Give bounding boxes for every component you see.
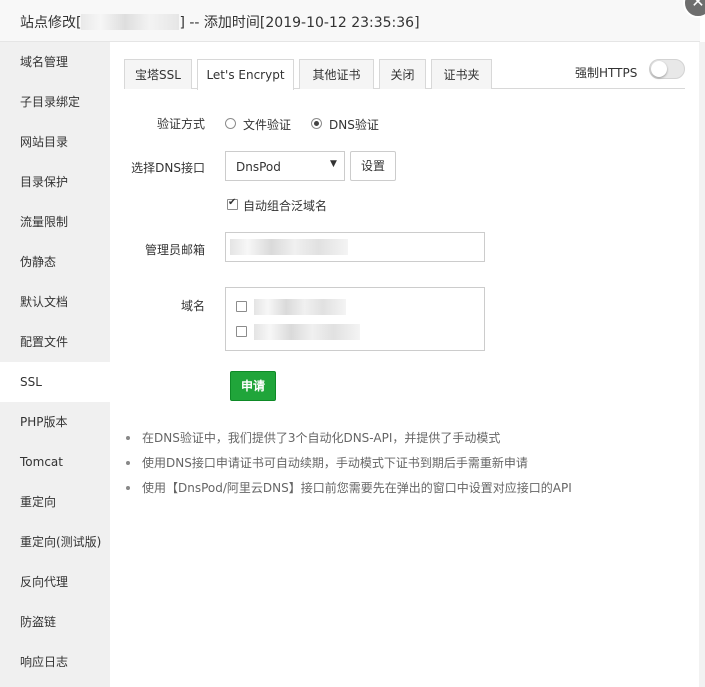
wildcard-checkbox[interactable] [227, 197, 238, 210]
dialog-title: 站点修改[ ] -- 添加时间[2019-10-12 23:35:36] [20, 12, 420, 32]
tip-item: 使用【DnsPod/阿里云DNS】接口前您需要先在弹出的窗口中设置对应接口的AP… [124, 479, 684, 504]
tab-other-certificate[interactable]: 其他证书 [299, 59, 374, 89]
verify-method-label: 验证方式 [156, 117, 205, 131]
sidebar-item-redirect-beta[interactable]: 重定向(测试版) [0, 522, 110, 562]
apply-button[interactable]: 申请 [230, 371, 276, 401]
dialog-titlebar: 站点修改[ ] -- 添加时间[2019-10-12 23:35:36] [0, 0, 700, 42]
dns-interface-label: 选择DNS接口 [131, 161, 205, 175]
sidebar-item-tomcat[interactable]: Tomcat [0, 442, 110, 482]
sidebar-item-subdirectory-binding[interactable]: 子目录绑定 [0, 82, 110, 122]
tab-baota-ssl[interactable]: 宝塔SSL [124, 59, 192, 89]
tip-item: 使用DNS接口申请证书可自动续期，手动模式下证书到期后手需重新申请 [124, 454, 684, 479]
main-panel: 宝塔SSL Let's Encrypt 其他证书 关闭 证书夹 强制HTTPS … [110, 42, 699, 687]
tips-list: 在DNS验证中，我们提供了3个自动化DNS-API，并提供了手动模式 使用DNS… [124, 429, 684, 504]
toggle-knob [651, 61, 667, 77]
sidebar-item-reverse-proxy[interactable]: 反向代理 [0, 562, 110, 602]
tab-close[interactable]: 关闭 [379, 59, 426, 89]
sidebar-item-ssl[interactable]: SSL [0, 362, 110, 402]
dns-settings-button[interactable]: 设置 [350, 151, 396, 181]
chevron-down-icon: ▼ [330, 159, 337, 169]
sidebar-item-hotlink-protection[interactable]: 防盗链 [0, 602, 110, 642]
force-https-toggle[interactable] [649, 59, 685, 79]
tip-item: 在DNS验证中，我们提供了3个自动化DNS-API，并提供了手动模式 [124, 429, 684, 454]
radio-file-verify[interactable] [225, 118, 236, 129]
dns-interface-select[interactable]: DnsPod ▼ [225, 151, 345, 181]
sidebar: 域名管理 子目录绑定 网站目录 目录保护 流量限制 伪静态 默认文档 配置文件 … [0, 42, 110, 687]
admin-email-label: 管理员邮箱 [144, 243, 205, 257]
domain-list [225, 287, 485, 351]
domain-checkbox-1[interactable] [236, 301, 247, 312]
sidebar-item-default-document[interactable]: 默认文档 [0, 282, 110, 322]
redacted-domain-2 [254, 324, 360, 340]
redacted-site-name [81, 14, 180, 30]
force-https-label: 强制HTTPS [575, 66, 638, 80]
title-suffix: ] -- 添加时间[2019-10-12 23:35:36] [179, 15, 420, 31]
sidebar-item-traffic-limit[interactable]: 流量限制 [0, 202, 110, 242]
domain-label: 域名 [180, 299, 205, 313]
sidebar-item-domain-management[interactable]: 域名管理 [0, 42, 110, 82]
radio-dns-verify-label[interactable]: DNS验证 [329, 116, 379, 133]
sidebar-item-php-version[interactable]: PHP版本 [0, 402, 110, 442]
radio-dns-verify[interactable] [311, 118, 322, 129]
title-prefix: 站点修改[ [20, 15, 82, 31]
domain-checkbox-2[interactable] [236, 326, 247, 337]
sidebar-item-config-file[interactable]: 配置文件 [0, 322, 110, 362]
sidebar-item-redirect[interactable]: 重定向 [0, 482, 110, 522]
sidebar-item-directory-protection[interactable]: 目录保护 [0, 162, 110, 202]
admin-email-input[interactable] [225, 232, 485, 262]
dns-interface-value: DnsPod [236, 160, 281, 174]
wildcard-label[interactable]: 自动组合泛域名 [243, 197, 327, 214]
sidebar-item-site-directory[interactable]: 网站目录 [0, 122, 110, 162]
sidebar-item-rewrite[interactable]: 伪静态 [0, 242, 110, 282]
tab-certificate-folder[interactable]: 证书夹 [431, 59, 492, 89]
radio-file-verify-label[interactable]: 文件验证 [243, 116, 291, 133]
dialog-right-edge [699, 42, 705, 687]
redacted-domain-1 [254, 299, 346, 315]
sidebar-item-response-log[interactable]: 响应日志 [0, 642, 110, 682]
tab-lets-encrypt[interactable]: Let's Encrypt [197, 59, 294, 90]
redacted-email [230, 239, 348, 255]
